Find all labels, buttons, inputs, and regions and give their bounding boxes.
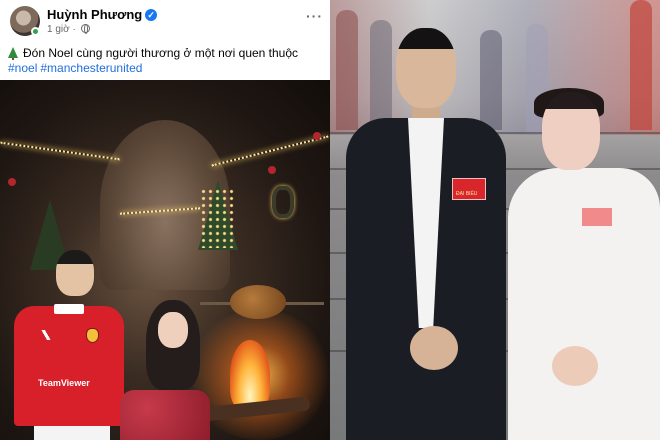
man-in-jersey: TeamViewer <box>14 250 124 440</box>
woman-badge <box>582 208 612 226</box>
hashtag-list: #noel #manchesterunited <box>8 61 326 76</box>
event-photo: ĐẠI BIỂU <box>330 0 660 440</box>
author-name[interactable]: Huỳnh Phương <box>47 7 142 22</box>
more-icon[interactable]: ··· <box>306 8 323 24</box>
background-person <box>336 10 358 130</box>
woman-in-red-dress <box>110 300 220 440</box>
shirt-sponsor-text: TeamViewer <box>38 378 90 388</box>
background-person <box>480 30 502 130</box>
author-name-line: Huỳnh Phương ✓ <box>47 7 158 22</box>
man-head <box>396 28 456 108</box>
delegate-badge: ĐẠI BIỂU <box>452 178 486 200</box>
badge-text: ĐẠI BIỂU <box>456 191 478 197</box>
ornament <box>313 132 321 140</box>
post-time[interactable]: 1 giờ <box>47 24 70 35</box>
globe-icon <box>80 24 90 34</box>
online-status-dot <box>31 27 40 36</box>
woman-head <box>542 92 600 170</box>
roast <box>230 285 286 319</box>
club-badge-icon <box>86 328 99 343</box>
post-photo[interactable]: TeamViewer <box>0 80 330 440</box>
man-head <box>56 250 94 296</box>
red-sequin-dress <box>120 390 210 440</box>
string-lights <box>0 141 120 161</box>
ornament <box>8 178 16 186</box>
white-shorts <box>34 426 110 440</box>
woman-face <box>158 312 188 348</box>
ornament <box>268 166 276 174</box>
christmas-tree-icon <box>8 47 18 60</box>
post-caption: Đón Noel cùng người thương ở một nơi que… <box>8 46 326 76</box>
hashtag-link[interactable]: #manchesterunited <box>40 61 142 75</box>
tree-lights <box>200 188 236 248</box>
caption-text: Đón Noel cùng người thương ở một nơi que… <box>23 46 299 60</box>
wreath <box>272 186 294 218</box>
woman-hands <box>552 346 598 386</box>
red-jersey <box>14 306 124 426</box>
background-person <box>370 20 392 130</box>
string-lights <box>211 135 329 167</box>
background-person <box>630 0 652 130</box>
campfire-flame <box>230 340 270 410</box>
post-meta: 1 giờ · <box>47 24 90 35</box>
jersey-collar <box>54 304 84 314</box>
clasped-hands <box>410 326 458 370</box>
facebook-post: Huỳnh Phương ✓ 1 giờ · ··· Đón Noel cùng … <box>0 0 330 440</box>
hashtag-link[interactable]: #noel <box>8 61 37 75</box>
verified-icon: ✓ <box>145 9 158 21</box>
post-header: Huỳnh Phương ✓ 1 giờ · ··· <box>0 0 330 44</box>
brand-logo-icon <box>40 330 52 340</box>
